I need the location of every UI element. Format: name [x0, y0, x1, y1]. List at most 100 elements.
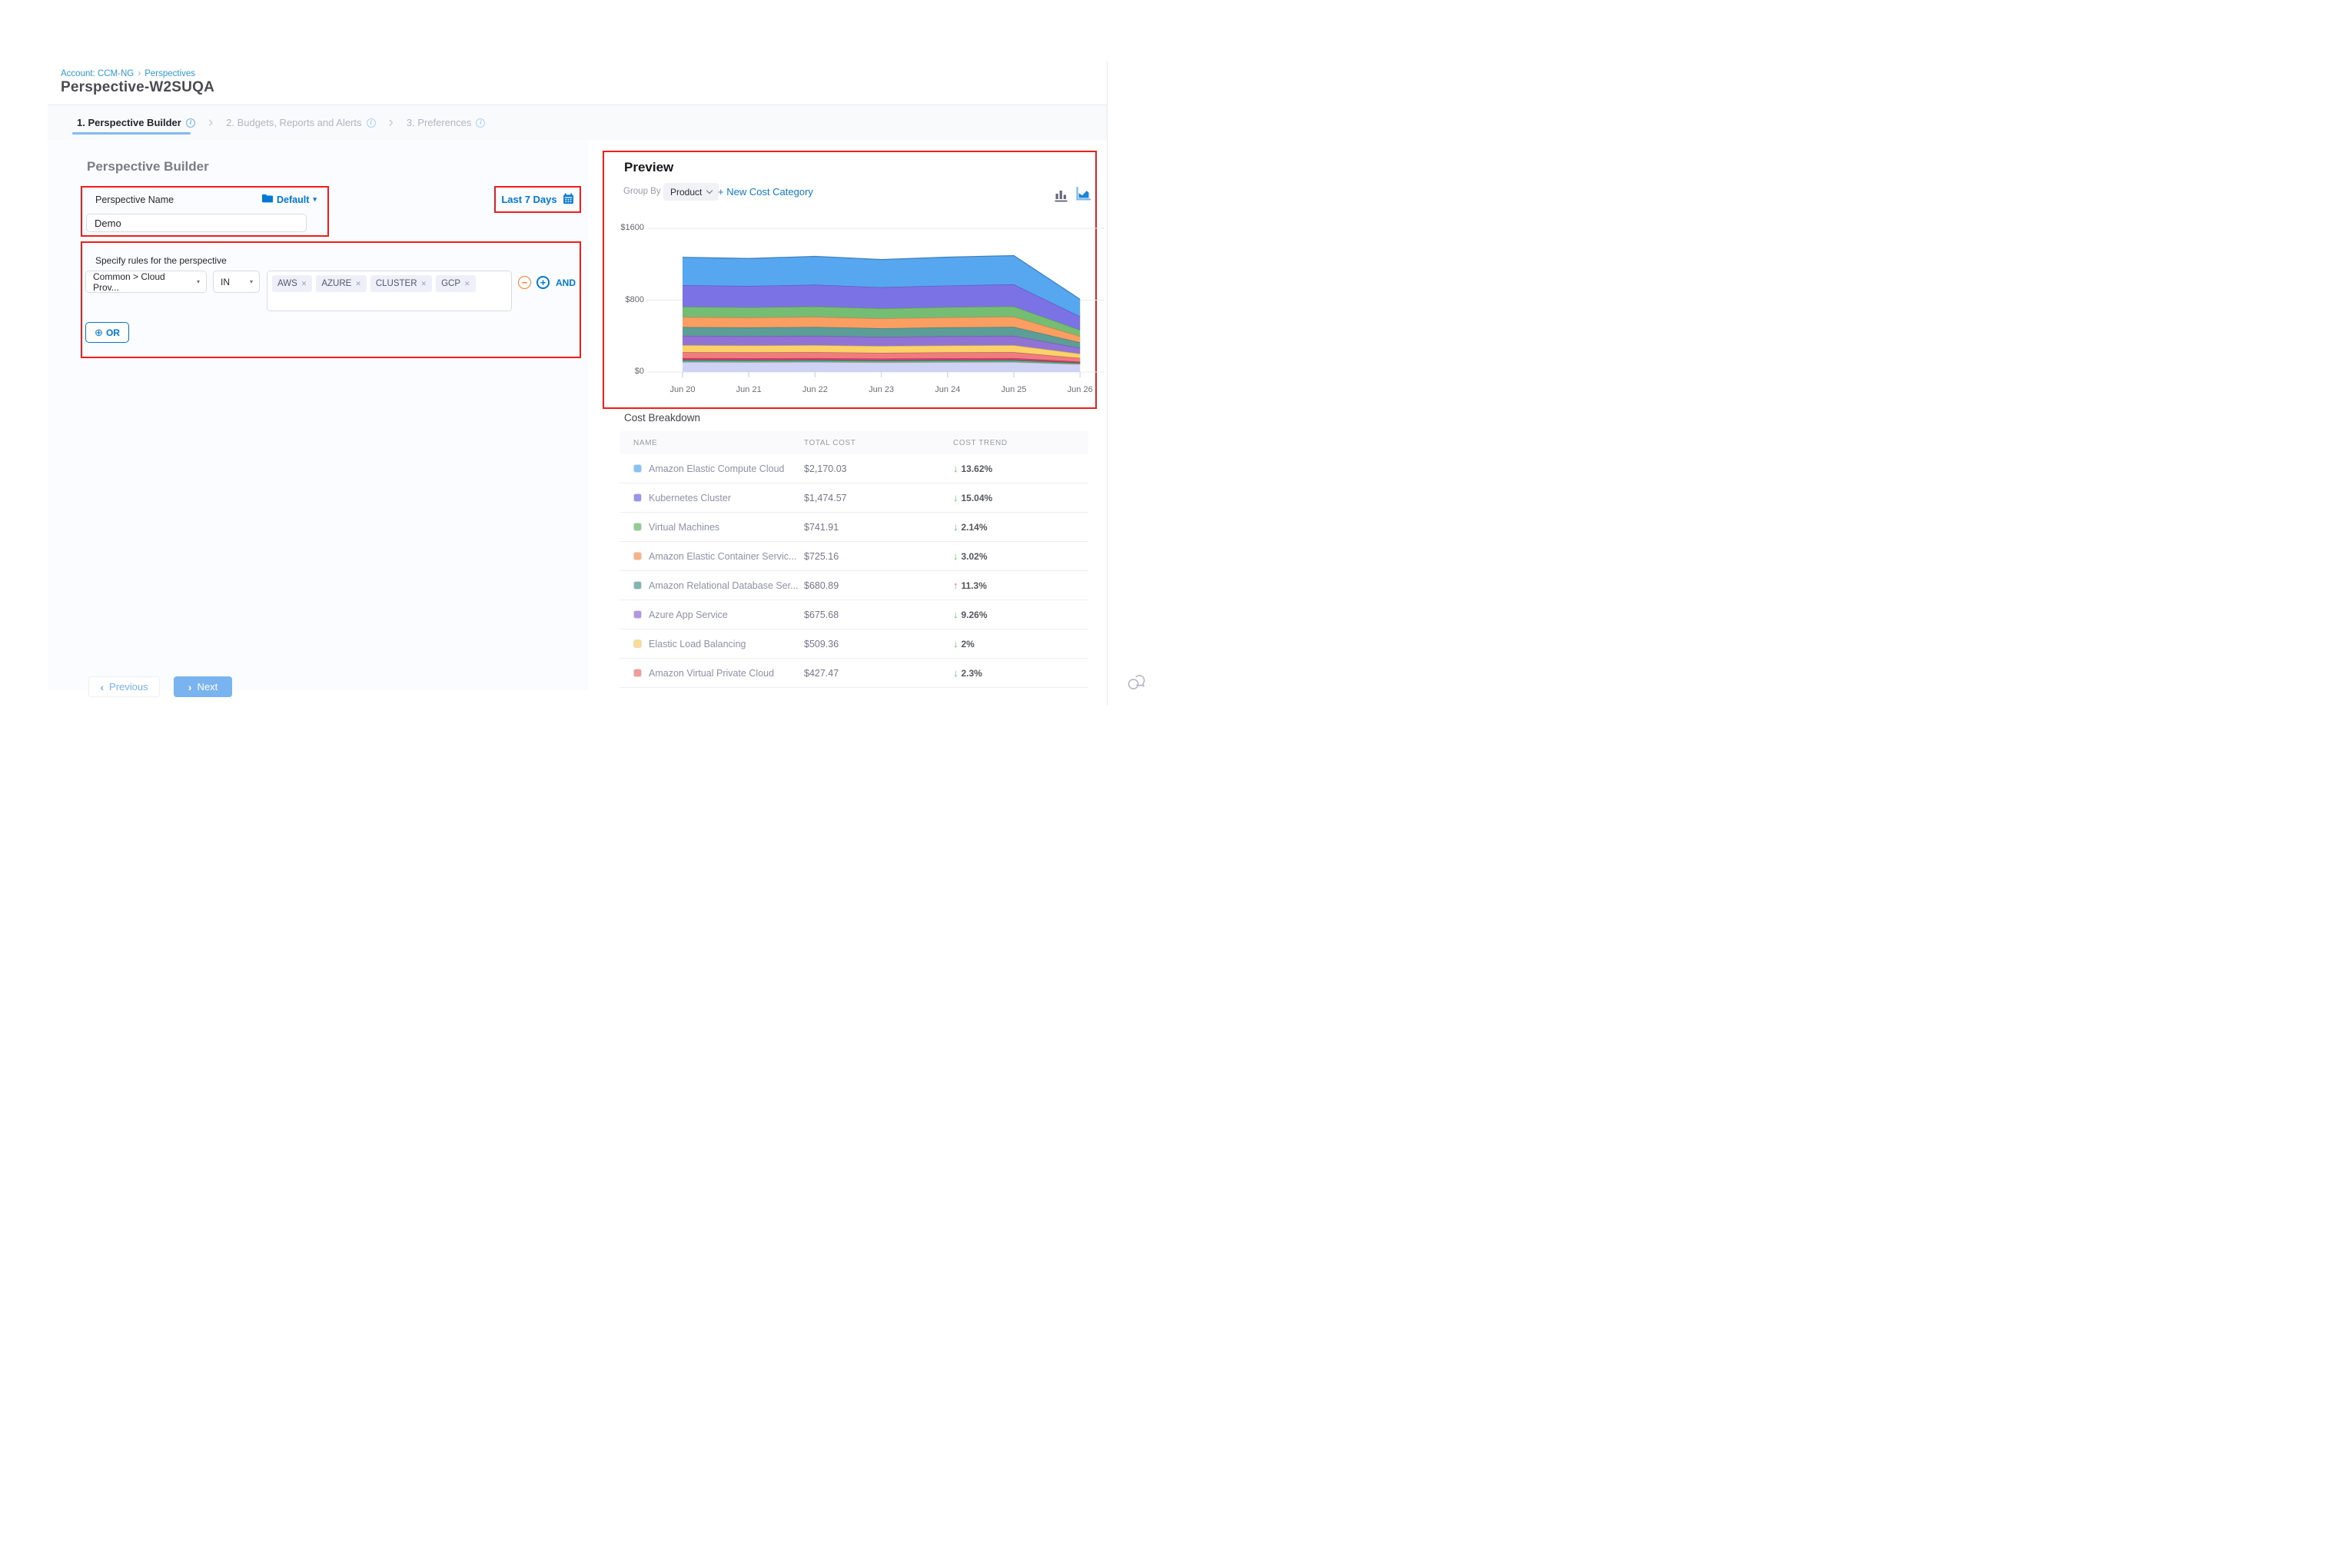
info-icon[interactable]: i [476, 118, 485, 128]
perspective-name-label: Perspective Name [95, 194, 174, 205]
chevron-down-icon: ▾ [313, 195, 317, 204]
perspective-builder-page: Account: CCM-NG›Perspectives Perspective… [0, 0, 1176, 784]
group-by-value: Product [670, 187, 702, 198]
info-icon[interactable]: i [186, 118, 195, 128]
chip-remove-icon[interactable]: ✕ [301, 280, 307, 288]
and-operator-label[interactable]: AND [556, 277, 576, 288]
date-range-button[interactable]: Last 7 Days [501, 193, 573, 207]
service-name-link[interactable]: Kubernetes Cluster [649, 493, 731, 503]
service-name-link[interactable]: Azure App Service [649, 610, 728, 620]
stacked-area-chart[interactable] [615, 221, 1107, 398]
cost-trend-value: 11.3% [962, 580, 987, 591]
cost-trend-value: 2.3% [962, 668, 982, 679]
breadcrumb: Account: CCM-NG›Perspectives [61, 68, 195, 78]
cost-trend-cell: ↓13.62% [953, 463, 1088, 474]
cost-trend-cell: ↓15.04% [953, 492, 1088, 503]
annotation-box-daterange: Last 7 Days [494, 186, 581, 213]
remove-rule-button[interactable]: − [518, 276, 531, 289]
breadcrumb-perspectives-link[interactable]: Perspectives [145, 69, 195, 78]
table-row[interactable]: Amazon Virtual Private Cloud$427.47↓2.3% [620, 659, 1088, 688]
folder-selector[interactable]: Default ▾ [262, 194, 317, 205]
perspective-name-input[interactable] [86, 214, 307, 232]
rule-value-chip: CLUSTER ✕ [370, 275, 432, 292]
service-name-link[interactable]: Amazon Relational Database Ser... [649, 580, 799, 591]
add-rule-button[interactable]: + [537, 276, 550, 289]
chip-label: CLUSTER [376, 279, 417, 288]
tab-label: 2. Budgets, Reports and Alerts [226, 117, 361, 128]
breadcrumb-account-link[interactable]: Account: CCM-NG [61, 69, 134, 78]
total-cost-value: $725.16 [804, 551, 953, 562]
help-chat-icon[interactable] [1127, 672, 1147, 696]
total-cost-value: $1,474.57 [804, 493, 953, 503]
cost-trend-value: 2.14% [962, 522, 988, 533]
area-chart-toggle-icon[interactable] [1075, 187, 1091, 206]
or-button-label: OR [106, 327, 120, 338]
info-icon[interactable]: i [367, 118, 376, 128]
group-by-select[interactable]: Product [663, 183, 719, 201]
service-color-swatch [633, 669, 642, 677]
service-name-link[interactable]: Elastic Load Balancing [649, 639, 746, 649]
plus-icon: + [540, 277, 546, 287]
rule-operator-select[interactable]: IN ▾ [213, 271, 260, 293]
rule-values-input[interactable]: AWS✕AZURE✕CLUSTER✕GCP✕ [267, 271, 512, 311]
rule-field-select[interactable]: Common > Cloud Prov... ▾ [85, 271, 207, 293]
trend-down-icon: ↓ [953, 521, 958, 533]
service-color-swatch [633, 639, 642, 648]
rule-value-chip: AZURE ✕ [316, 275, 367, 292]
chevron-down-icon [706, 188, 713, 194]
trend-down-icon: ↓ [953, 492, 958, 503]
next-button[interactable]: › Next [174, 676, 232, 697]
service-name-cell: Amazon Elastic Compute Cloud [620, 463, 804, 474]
chevron-left-icon: ‹ [100, 681, 104, 693]
y-tick-label: $1600 [606, 223, 644, 232]
tab-2[interactable]: 2. Budgets, Reports and Alerts i [226, 117, 375, 128]
tab-1[interactable]: 1. Perspective Builderi [77, 117, 195, 128]
chevron-down-icon: ▾ [197, 278, 200, 285]
chip-remove-icon[interactable]: ✕ [355, 280, 361, 288]
cost-trend-cell: ↓ 2.3% [953, 667, 1088, 679]
rule-value-chip: AWS ✕ [272, 275, 312, 292]
service-name-link[interactable]: Amazon Virtual Private Cloud [649, 668, 774, 679]
chip-remove-icon[interactable]: ✕ [421, 280, 427, 288]
date-range-label: Last 7 Days [501, 194, 556, 205]
rule-operator-value: IN [221, 277, 230, 287]
chip-remove-icon[interactable]: ✕ [464, 280, 470, 288]
trend-down-icon: ↓ [953, 667, 958, 679]
service-name-cell: Elastic Load Balancing [620, 639, 804, 649]
cost-trend-cell: ↑11.3% [953, 580, 1088, 591]
table-row[interactable]: Elastic Load Balancing$509.36↓2% [620, 630, 1088, 659]
service-color-swatch [633, 464, 642, 473]
chart-series-unlabeled[interactable] [683, 362, 1080, 372]
table-row[interactable]: Azure App Service$675.68↓9.26% [620, 600, 1088, 630]
or-button[interactable]: ⊕ OR [85, 322, 129, 343]
bar-chart-toggle-icon[interactable] [1055, 188, 1068, 206]
chevron-down-icon: ▾ [250, 278, 253, 285]
total-cost-value: $675.68 [804, 610, 953, 620]
service-color-swatch [633, 493, 642, 502]
service-color-swatch [633, 523, 642, 531]
column-header-name: NAME [620, 439, 804, 447]
tab-3[interactable]: 3. Preferencesi [407, 117, 486, 128]
service-name-link[interactable]: Amazon Elastic Container Servic... [649, 551, 796, 562]
service-name-link[interactable]: Virtual Machines [649, 522, 719, 533]
rule-field-value: Common > Cloud Prov... [93, 271, 192, 293]
x-tick-label: Jun 21 [726, 385, 772, 394]
chip-label: AWS [277, 279, 297, 288]
table-row[interactable]: Amazon Relational Database Ser...$680.89… [620, 571, 1088, 600]
table-row[interactable]: Kubernetes Cluster $1,474.57↓15.04% [620, 483, 1088, 513]
service-color-swatch [633, 610, 642, 619]
preview-heading: Preview [624, 160, 673, 175]
chip-label: AZURE [321, 279, 351, 288]
rule-value-chip: GCP✕ [436, 275, 475, 292]
previous-button[interactable]: ‹ Previous [88, 676, 160, 697]
service-name-link[interactable]: Amazon Elastic Compute Cloud [649, 463, 784, 474]
new-cost-category-link[interactable]: + New Cost Category [718, 186, 813, 198]
cost-trend-cell: ↓ 2.14% [953, 521, 1088, 533]
next-button-label: Next [197, 681, 218, 693]
table-row[interactable]: Virtual Machines$741.91↓2.14% [620, 513, 1088, 542]
table-row[interactable]: Amazon Elastic Compute Cloud$2,170.03↓13… [620, 454, 1088, 483]
cost-trend-cell: ↓2% [953, 638, 1088, 649]
service-name-cell: Amazon Elastic Container Servic... [620, 551, 804, 562]
table-row[interactable]: Amazon Elastic Container Servic... $725.1… [620, 542, 1088, 571]
service-color-swatch [633, 581, 642, 590]
